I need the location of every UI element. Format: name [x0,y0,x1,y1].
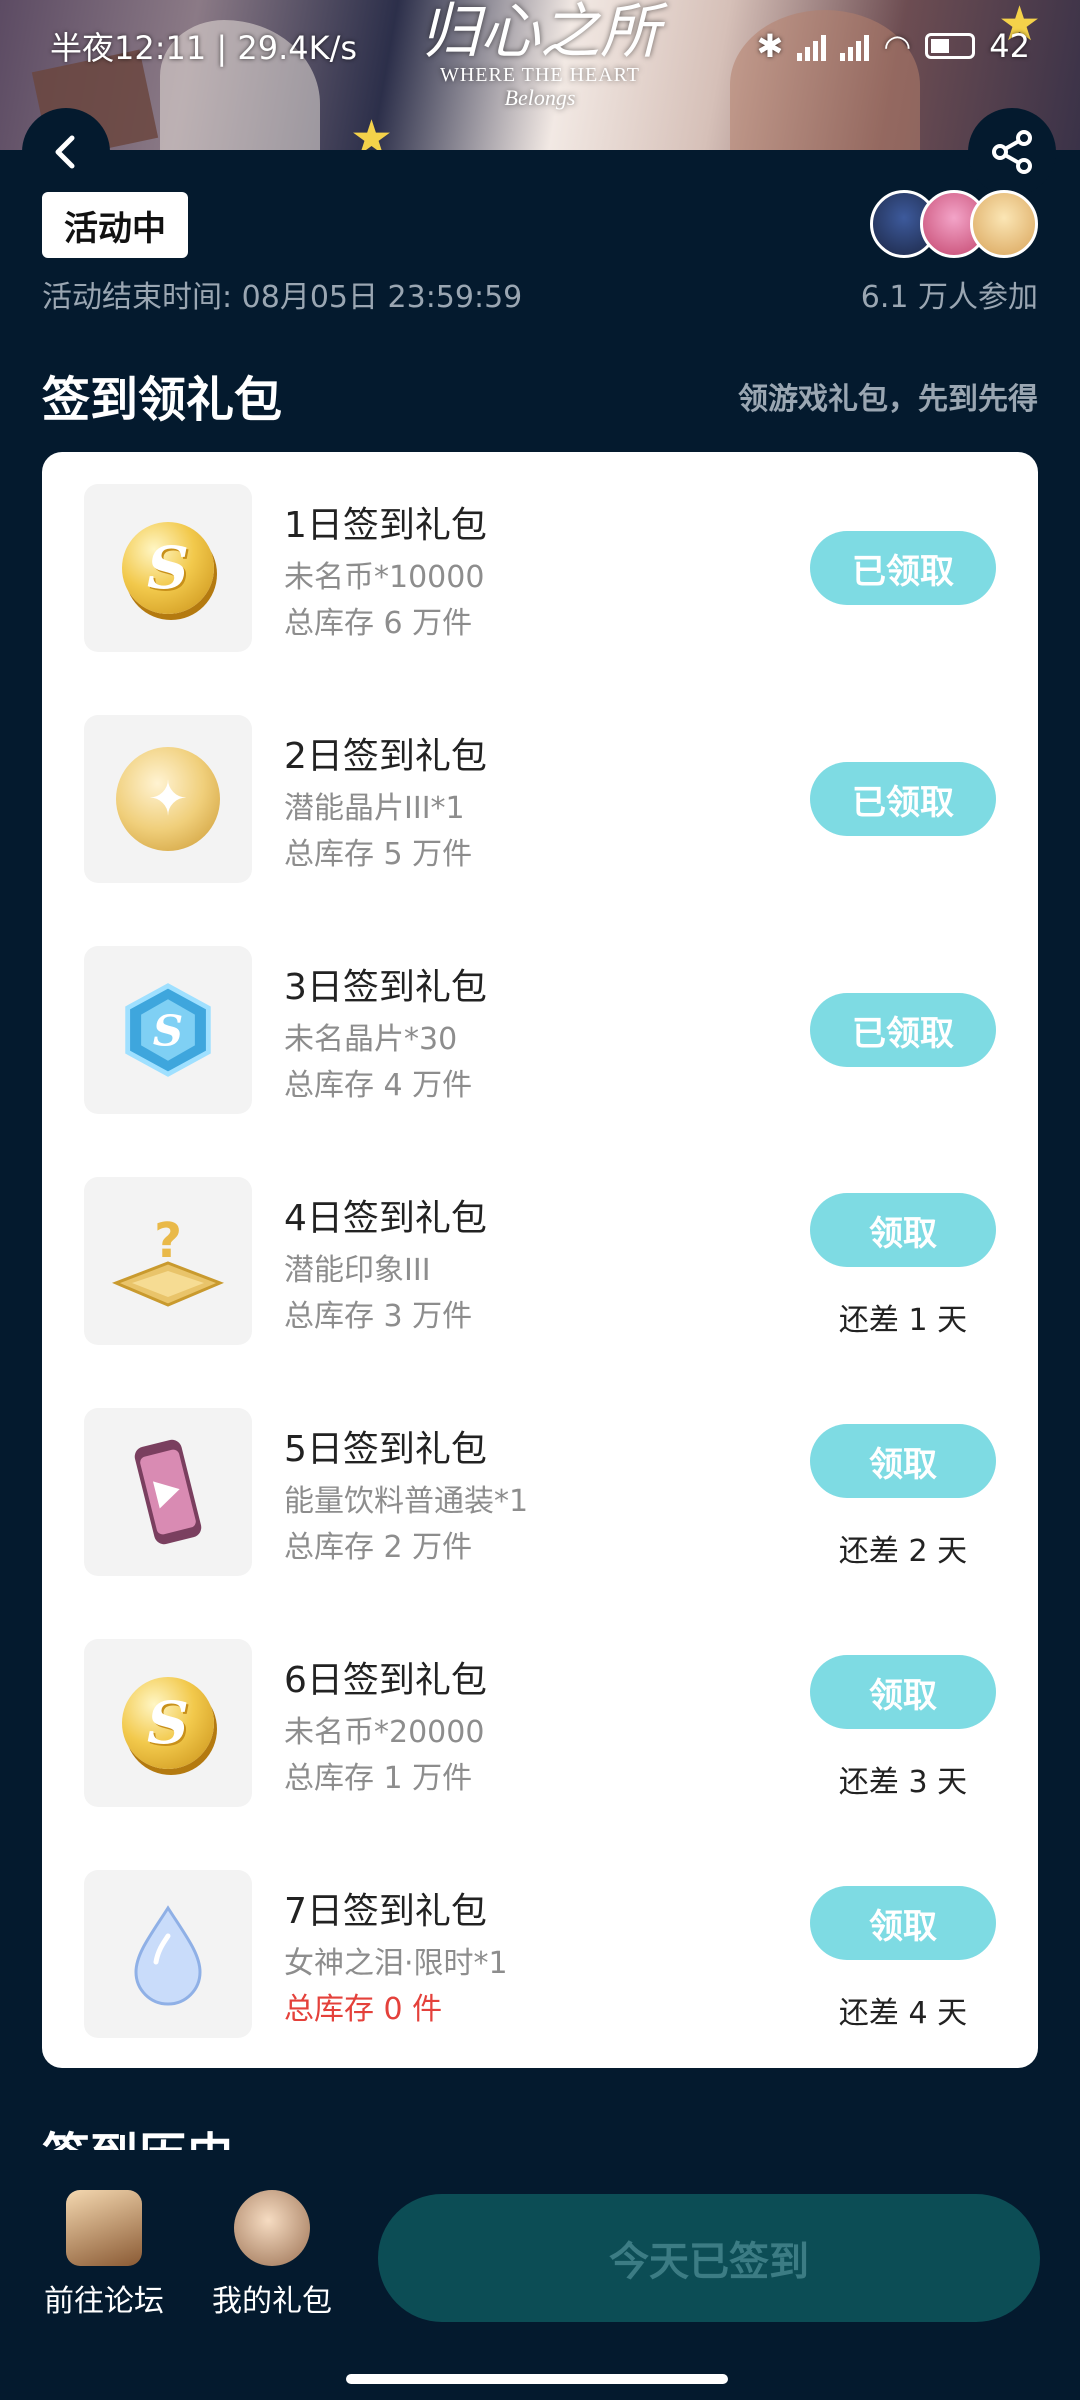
gift-item: 未名晶片*30 [284,1022,458,1057]
avatar [970,190,1038,258]
gift-name: 4日签到礼包 [284,1198,487,1239]
gift-name: 6日签到礼包 [284,1660,487,1701]
battery-level: 42 [989,27,1030,65]
back-arrow-icon [55,135,75,169]
crystal-hexagon-icon: S [125,983,211,1077]
gift-thumbnail: ? [84,1177,252,1345]
gift-stock: 总库存 6 万件 [284,606,473,641]
svg-text:S: S [153,1005,184,1055]
claimed-button[interactable]: 已领取 [810,531,996,605]
gift-row: 7日签到礼包 女神之泪·限时*1 总库存 0 件 领取 还差 4 天 [42,1870,1038,2038]
gift-thumbnail [84,1408,252,1576]
participant-avatars[interactable] [870,190,1038,258]
claim-button[interactable]: 领取 [810,1424,996,1498]
days-remaining: 还差 2 天 [838,1534,968,1569]
potential-chip-icon: ✦ [116,747,220,851]
mystery-plate-icon: ? [111,1213,225,1307]
gift-stock: 总库存 3 万件 [284,1299,473,1334]
gift-thumbnail: S [84,1639,252,1807]
participant-count: 6.1 万人参加 [860,280,1038,315]
bluetooth-icon: ✱ [756,27,784,65]
bottom-action-bar: 前往论坛 我的礼包 今天已签到 [0,2150,1080,2400]
days-remaining: 还差 4 天 [838,1996,968,2031]
gift-item: 未名币*20000 [284,1715,485,1750]
share-button[interactable] [968,108,1056,196]
days-remaining: 还差 3 天 [838,1765,968,1800]
gift-thumbnail: S [84,946,252,1114]
svg-text:?: ? [154,1213,182,1269]
signal-icon [797,31,827,61]
gift-item: 潜能印象III [284,1253,431,1288]
back-button[interactable] [22,108,110,196]
my-gifts-link[interactable]: 我的礼包 [202,2190,342,2320]
gift-avatar-icon [234,2190,310,2266]
gift-name: 1日签到礼包 [284,505,487,546]
gift-thumbnail: S [84,484,252,652]
forum-label: 前往论坛 [44,2284,164,2319]
coin-icon: S [122,522,214,614]
claim-button[interactable]: 领取 [810,1193,996,1267]
star-icon: ★ [350,110,394,150]
claimed-button[interactable]: 已领取 [810,993,996,1067]
my-gifts-label: 我的礼包 [212,2284,332,2319]
signal-icon [840,31,870,61]
gift-stock: 总库存 5 万件 [284,837,473,872]
gift-item: 潜能晶片III*1 [284,791,465,826]
claim-button[interactable]: 领取 [810,1886,996,1960]
checkin-section-title: 签到领礼包 [42,372,283,428]
wifi-icon: ◠ [883,27,912,65]
gift-row: ✦ 2日签到礼包 潜能晶片III*1 总库存 5 万件 已领取 [42,715,1038,883]
claimed-button[interactable]: 已领取 [810,762,996,836]
gift-row: ? 4日签到礼包 潜能印象III 总库存 3 万件 领取 还差 1 天 [42,1177,1038,1345]
status-bar: 半夜12:11 | 29.4K/s ✱ ◠ 42 [0,18,1080,74]
status-net-speed: 29.4K/s [237,29,358,67]
checkin-section-subtitle: 领游戏礼包，先到先得 [738,382,1038,417]
status-time: 半夜12:11 [50,29,207,67]
gift-item: 能量饮料普通装*1 [284,1484,529,1519]
gift-thumbnail: ✦ [84,715,252,883]
forum-icon [66,2190,142,2266]
claim-button[interactable]: 领取 [810,1655,996,1729]
gift-thumbnail [84,1870,252,2038]
tear-drop-icon [134,1905,202,2006]
coin-icon: S [122,1677,214,1769]
gift-row: S 6日签到礼包 未名币*20000 总库存 1 万件 领取 还差 3 天 [42,1639,1038,1807]
checkin-button[interactable]: 今天已签到 [378,2194,1040,2322]
status-divider: | [216,29,238,67]
battery-icon [925,33,976,59]
gift-name: 3日签到礼包 [284,967,487,1008]
gift-stock: 总库存 0 件 [284,1992,443,2027]
banner-logo-script: Belongs [504,85,576,110]
gift-stock: 总库存 1 万件 [284,1761,473,1796]
share-icon [992,130,1032,174]
home-indicator[interactable] [346,2374,728,2384]
gift-stock: 总库存 4 万件 [284,1068,473,1103]
gift-name: 2日签到礼包 [284,736,487,777]
gift-row: S 1日签到礼包 未名币*10000 总库存 6 万件 已领取 [42,484,1038,652]
gift-row: 5日签到礼包 能量饮料普通装*1 总库存 2 万件 领取 还差 2 天 [42,1408,1038,1576]
gift-stock: 总库存 2 万件 [284,1530,473,1565]
gift-name: 5日签到礼包 [284,1429,487,1470]
gift-row: S 3日签到礼包 未名晶片*30 总库存 4 万件 已领取 [42,946,1038,1114]
gift-list-card: S 1日签到礼包 未名币*10000 总库存 6 万件 已领取 ✦ 2日签到礼包… [42,452,1038,2068]
activity-end-time: 活动结束时间: 08月05日 23:59:59 [42,280,523,315]
days-remaining: 还差 1 天 [838,1303,968,1338]
activity-status-badge: 活动中 [42,192,188,258]
status-left: 半夜12:11 | 29.4K/s [50,23,357,69]
status-right: ✱ ◠ 42 [757,27,1030,65]
forum-link[interactable]: 前往论坛 [34,2190,174,2320]
energy-drink-icon [134,1439,202,1545]
gift-item: 女神之泪·限时*1 [284,1946,508,1981]
gift-name: 7日签到礼包 [284,1891,487,1932]
gift-item: 未名币*10000 [284,560,485,595]
